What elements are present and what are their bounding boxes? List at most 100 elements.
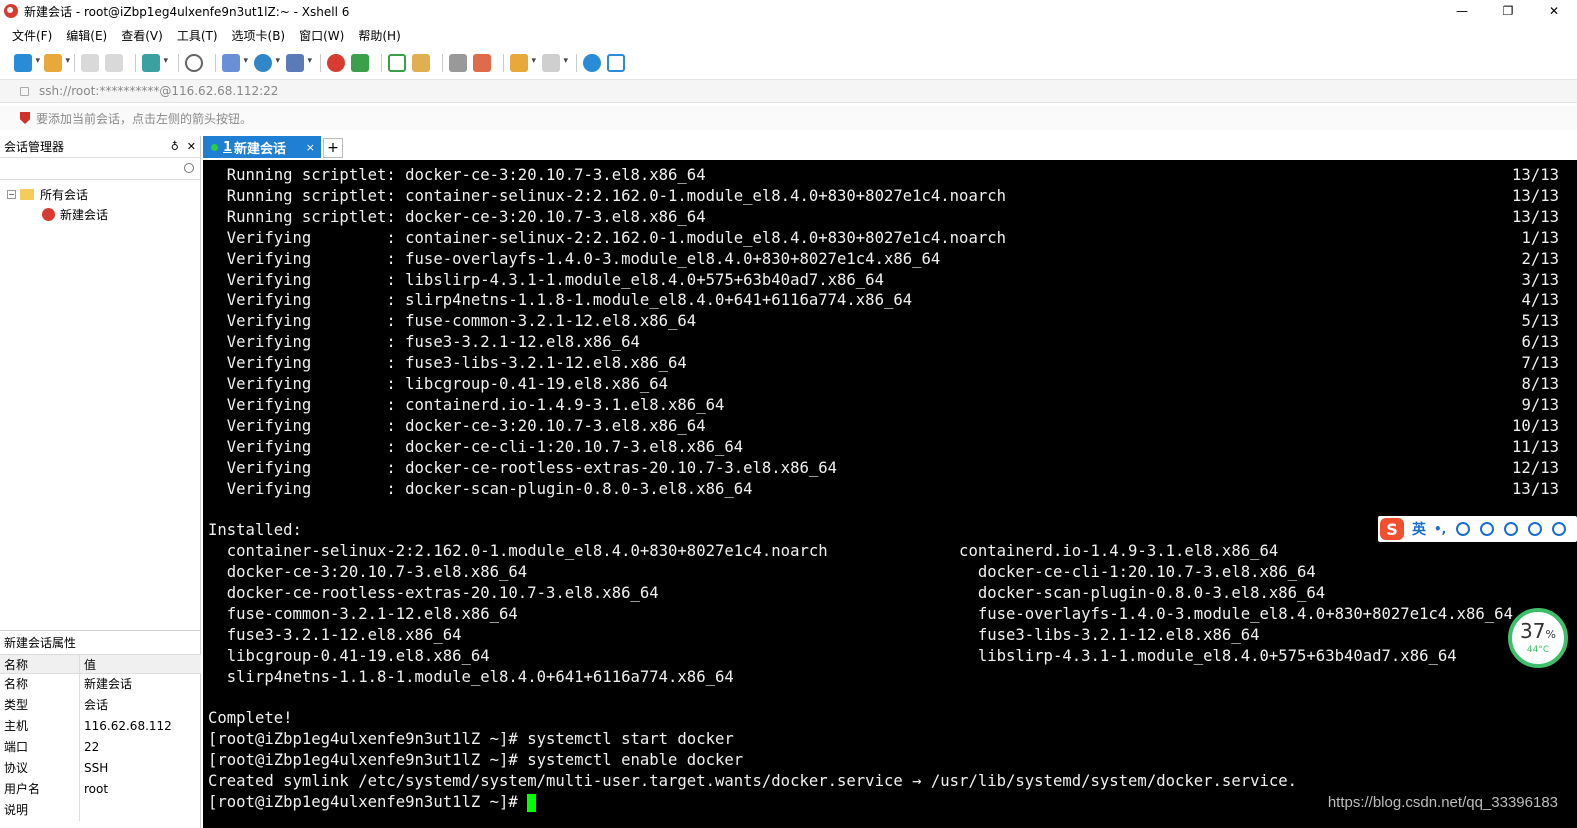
tab-bar: 1 新建会话 × + (203, 136, 1577, 158)
disconnect-icon[interactable] (105, 54, 123, 72)
terminal-line: Verifying : libcgroup-0.41-19.el8.x86_64 (208, 375, 669, 393)
terminal-progress: 13/13 (1512, 186, 1559, 205)
new-session-icon[interactable] (14, 54, 40, 72)
address-bar[interactable]: ssh://root:**********@116.62.68.112:22 (0, 79, 1577, 103)
shell-prompt: [root@iZbp1eg4ulxenfe9n3ut1lZ ~]# (208, 793, 528, 811)
connected-status-icon (211, 143, 218, 151)
ime-language-toggle[interactable]: 英 (1412, 519, 1426, 539)
session-search-input[interactable] (0, 158, 200, 180)
prop-value: 新建会话 (84, 677, 133, 691)
terminal-line: libcgroup-0.41-19.el8.x86_64 libslirp-4.… (208, 646, 1457, 665)
new-tab-icon[interactable] (142, 54, 168, 72)
terminal-line: Running scriptlet: container-selinux-2:2… (208, 186, 1006, 205)
terminal-line: Verifying : containerd.io-1.4.9-3.1.el8.… (208, 395, 725, 414)
menu-view[interactable]: 查看(V) (121, 27, 163, 44)
terminal[interactable]: Running scriptlet: docker-ce-3:20.10.7-3… (203, 160, 1577, 828)
menu-window[interactable]: 窗口(W) (299, 27, 344, 44)
menu-tab[interactable]: 选项卡(B) (232, 27, 286, 44)
cpu-percent: 37% (1520, 619, 1556, 643)
close-tab-icon[interactable]: × (306, 141, 315, 154)
terminal-progress: 13/13 (1512, 166, 1559, 184)
terminal-progress: 2/13 (1521, 249, 1559, 268)
prop-name: 名称 (0, 674, 80, 695)
terminal-progress: 13/13 (1512, 479, 1559, 498)
session-properties: 新建会话属性 名称 值 名称 新建会话 类型 会话 主机 116.62.68.112 … (0, 630, 201, 821)
skin-icon[interactable] (1552, 522, 1567, 536)
session-manager-title: 会话管理器 (4, 140, 65, 154)
terminal-line: Verifying : fuse-overlayfs-1.4.0-3.modul… (208, 249, 941, 268)
xshell-app-icon[interactable] (4, 4, 18, 18)
user-icon[interactable] (1528, 522, 1543, 536)
punctuation-icon[interactable]: •, (1434, 522, 1446, 536)
close-panel-icon[interactable]: ✕ (187, 140, 196, 153)
terminal-line: Verifying : docker-ce-3:20.10.7-3.el8.x8… (208, 416, 706, 435)
highlight-icon[interactable] (473, 54, 491, 72)
lock-icon[interactable] (412, 54, 430, 72)
prop-value: 22 (84, 740, 100, 754)
fullscreen-icon[interactable] (388, 54, 406, 72)
table-row: 端口 22 (0, 737, 201, 758)
col-name-header: 名称 (0, 655, 80, 673)
sftp-icon[interactable] (351, 54, 369, 72)
tab-new-session[interactable]: 1 新建会话 × (203, 136, 321, 158)
tree-item-all-sessions[interactable]: − 所有会话 (0, 184, 200, 204)
help-icon[interactable] (583, 54, 601, 72)
minimize-button[interactable]: — (1439, 0, 1485, 22)
terminal-progress: 10/13 (1512, 416, 1559, 435)
bookmark-arrow-icon[interactable] (20, 112, 30, 124)
xftp-icon[interactable] (327, 54, 345, 72)
font-icon[interactable] (286, 54, 312, 72)
globe-icon[interactable] (254, 54, 280, 72)
toolbar-separator (135, 54, 136, 72)
toolbar-separator (503, 54, 504, 72)
reconnect-icon[interactable] (81, 54, 99, 72)
layout-icon[interactable] (542, 54, 568, 72)
menu-file[interactable]: 文件(F) (12, 27, 52, 44)
transfer-icon[interactable] (222, 54, 248, 72)
ime-toolbar[interactable]: S 英 •, (1378, 516, 1577, 542)
terminal-progress: 4/13 (1521, 291, 1559, 310)
session-tree: − 所有会话 新建会话 (0, 180, 200, 224)
terminal-line: Complete! (208, 709, 293, 728)
pin-icon[interactable]: ♁ (171, 140, 179, 153)
prop-value (80, 800, 84, 821)
restore-button[interactable]: ❐ (1485, 0, 1531, 22)
menu-edit[interactable]: 编辑(E) (66, 27, 107, 44)
prop-name: 说明 (0, 800, 80, 821)
microphone-icon[interactable] (1480, 522, 1495, 536)
collapse-icon[interactable]: − (7, 189, 16, 199)
terminal-progress: 9/13 (1521, 395, 1559, 414)
terminal-line: Created symlink /etc/systemd/system/mult… (208, 772, 1298, 791)
watermark: https://blog.csdn.net/qq_33396183 (1327, 794, 1558, 811)
chat-icon[interactable] (607, 54, 625, 72)
cpu-usage-widget[interactable]: 37% 44°C (1508, 608, 1568, 668)
find-icon[interactable] (185, 54, 203, 72)
session-icon (42, 207, 55, 221)
search-icon[interactable] (184, 163, 194, 173)
add-tab-button[interactable]: + (323, 138, 343, 158)
open-folder-icon[interactable] (44, 54, 70, 72)
title-bar: 新建会话 - root@iZbp1eg4ulxenfe9n3ut1lZ:~ - … (0, 0, 1577, 22)
menu-help[interactable]: 帮助(H) (358, 27, 400, 44)
terminal-line: Installed: (208, 521, 302, 540)
tree-item-new-session[interactable]: 新建会话 (0, 204, 200, 224)
compose-icon[interactable] (510, 54, 536, 72)
table-row: 类型 会话 (0, 695, 201, 716)
prop-value: root (84, 782, 109, 796)
terminal-line: Verifying : fuse-common-3.2.1-12.el8.x86… (208, 312, 697, 331)
terminal-line: Verifying : fuse3-3.2.1-12.el8.x86_64 (208, 333, 640, 352)
emoji-icon[interactable] (1456, 522, 1471, 536)
tab-number: 1 (223, 139, 233, 155)
keyboard-icon[interactable] (1504, 522, 1519, 536)
terminal-line: slirp4netns-1.1.8-1.module_el8.4.0+641+6… (208, 667, 734, 686)
col-value-header: 值 (84, 658, 97, 672)
tree-item-label: 所有会话 (40, 187, 89, 202)
terminal-line: [root@iZbp1eg4ulxenfe9n3ut1lZ ~]# system… (208, 730, 734, 749)
keyboard-icon[interactable] (449, 54, 467, 72)
close-window-button[interactable]: ✕ (1531, 0, 1577, 22)
prop-value: SSH (84, 761, 109, 775)
sogou-logo-icon[interactable]: S (1380, 518, 1404, 540)
session-manager-header: 会话管理器 ♁ ✕ (0, 136, 200, 158)
menu-tools[interactable]: 工具(T) (177, 27, 218, 44)
toolbar-separator (215, 54, 216, 72)
